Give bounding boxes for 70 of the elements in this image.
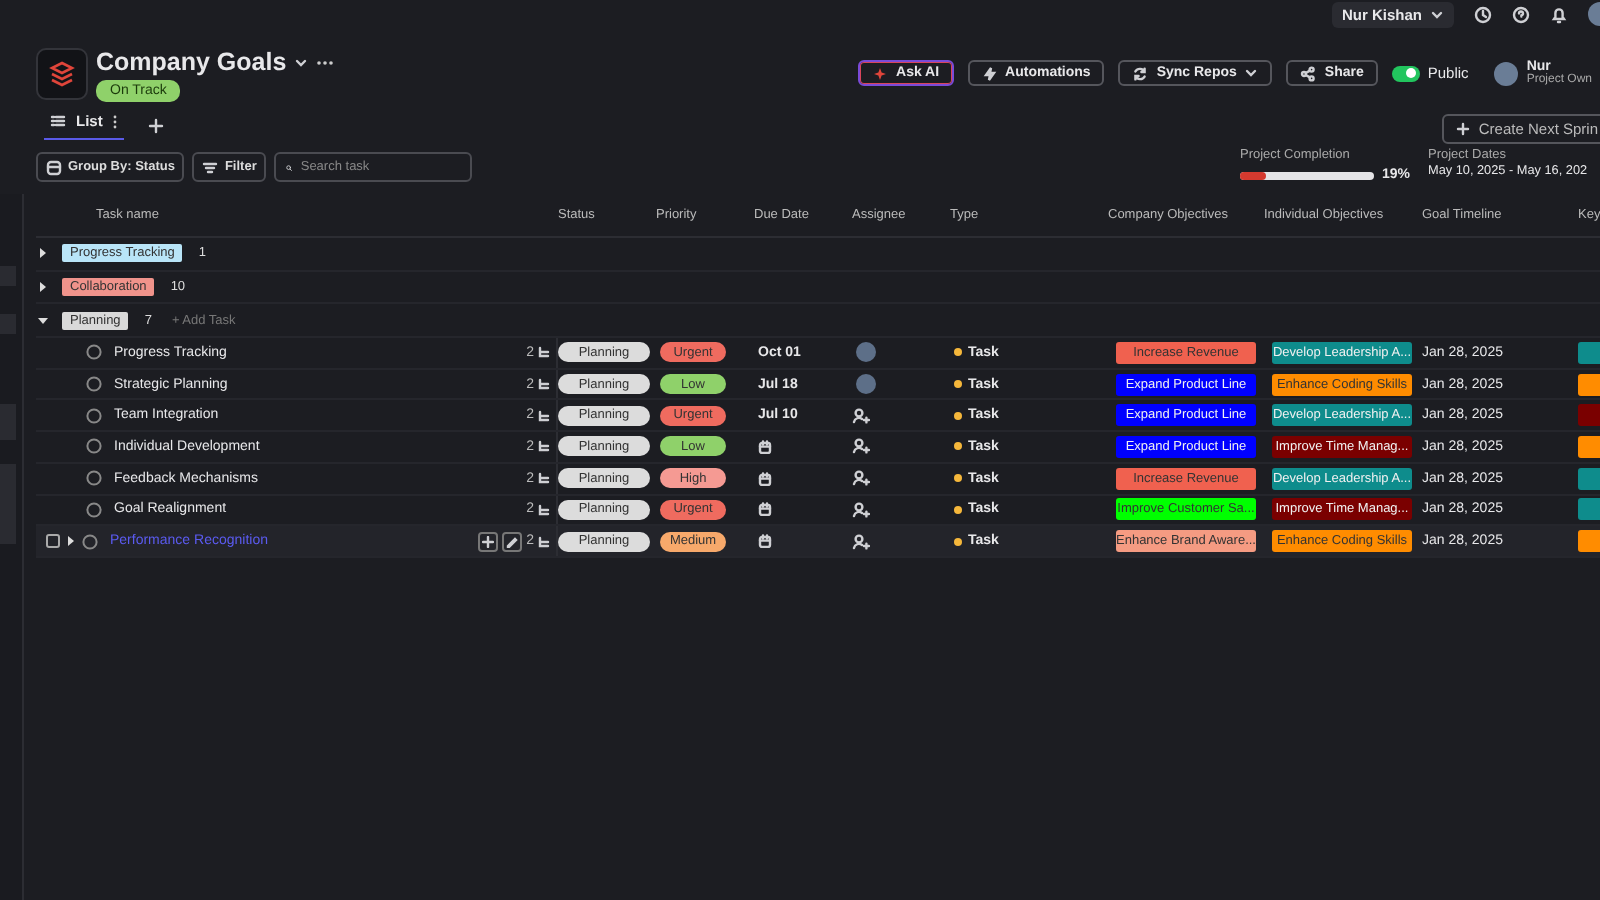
- more-vertical-icon: [112, 113, 119, 129]
- calendar-icon[interactable]: [758, 502, 772, 517]
- row-checkbox[interactable]: [46, 534, 60, 549]
- key-tag[interactable]: [1578, 373, 1600, 396]
- share-icon: [1300, 65, 1317, 81]
- type-dot: [954, 411, 962, 420]
- expand-icon[interactable]: [66, 534, 76, 549]
- help-icon[interactable]: [1512, 5, 1530, 23]
- bolt-icon: [981, 65, 998, 81]
- subtask-icon: [538, 535, 550, 548]
- add-person-icon[interactable]: [852, 438, 870, 455]
- expand-icon[interactable]: [36, 280, 50, 295]
- search-icon: [286, 159, 293, 175]
- list-icon: [50, 114, 66, 128]
- chevron-down-icon: [1430, 7, 1444, 21]
- subtask-icon: [538, 409, 550, 422]
- layers-icon: [46, 159, 62, 175]
- project-title: Company Goals: [96, 48, 287, 76]
- circle-icon[interactable]: [86, 344, 102, 361]
- stack-icon: [48, 60, 76, 88]
- progress-bar: [1240, 171, 1374, 179]
- add-person-icon[interactable]: [852, 501, 870, 518]
- circle-icon[interactable]: [82, 533, 98, 550]
- type-dot: [954, 537, 962, 546]
- chevron-down-icon: [1244, 66, 1259, 80]
- calendar-icon[interactable]: [758, 471, 772, 486]
- key-tag[interactable]: [1578, 498, 1600, 521]
- type-dot: [954, 442, 962, 451]
- avatar-icon[interactable]: [856, 342, 876, 363]
- subtask-icon: [538, 346, 550, 359]
- sync-icon: [1132, 65, 1149, 81]
- subtask-icon: [538, 440, 550, 453]
- toggle-switch[interactable]: [1391, 65, 1420, 81]
- type-dot: [954, 505, 962, 514]
- type-dot: [954, 348, 962, 357]
- plus-icon[interactable]: [148, 118, 165, 134]
- collapse-icon[interactable]: [36, 313, 50, 328]
- filter-icon: [202, 159, 219, 175]
- pencil-icon: [506, 535, 519, 548]
- add-person-icon[interactable]: [852, 533, 870, 550]
- add-person-icon[interactable]: [852, 470, 870, 487]
- calendar-icon[interactable]: [758, 439, 772, 454]
- subtask-icon: [538, 378, 550, 391]
- circle-icon[interactable]: [86, 470, 102, 487]
- bell-icon[interactable]: [1550, 5, 1568, 23]
- calendar-icon[interactable]: [758, 534, 772, 549]
- key-tag[interactable]: [1578, 435, 1600, 458]
- timer-icon[interactable]: [1474, 5, 1492, 23]
- circle-icon[interactable]: [86, 407, 102, 424]
- circle-icon[interactable]: [86, 501, 102, 518]
- avatar-icon: [1494, 61, 1519, 85]
- subtask-icon: [538, 472, 550, 485]
- add-button[interactable]: [478, 531, 499, 552]
- circle-icon[interactable]: [86, 438, 102, 455]
- key-tag[interactable]: [1578, 467, 1600, 490]
- subtask-icon: [538, 503, 550, 516]
- type-dot: [954, 474, 962, 483]
- edit-button[interactable]: [502, 531, 523, 552]
- plus-icon: [1456, 122, 1471, 136]
- expand-icon[interactable]: [36, 246, 50, 261]
- add-person-icon[interactable]: [852, 407, 870, 424]
- type-dot: [954, 380, 962, 389]
- key-tag[interactable]: [1578, 341, 1600, 364]
- chevron-down-icon[interactable]: [294, 55, 309, 69]
- avatar-icon[interactable]: [856, 374, 876, 395]
- key-tag[interactable]: [1578, 530, 1600, 553]
- circle-icon[interactable]: [86, 376, 102, 393]
- sparkle-icon: [872, 65, 889, 81]
- more-icon[interactable]: [316, 57, 335, 67]
- plus-icon: [482, 535, 495, 548]
